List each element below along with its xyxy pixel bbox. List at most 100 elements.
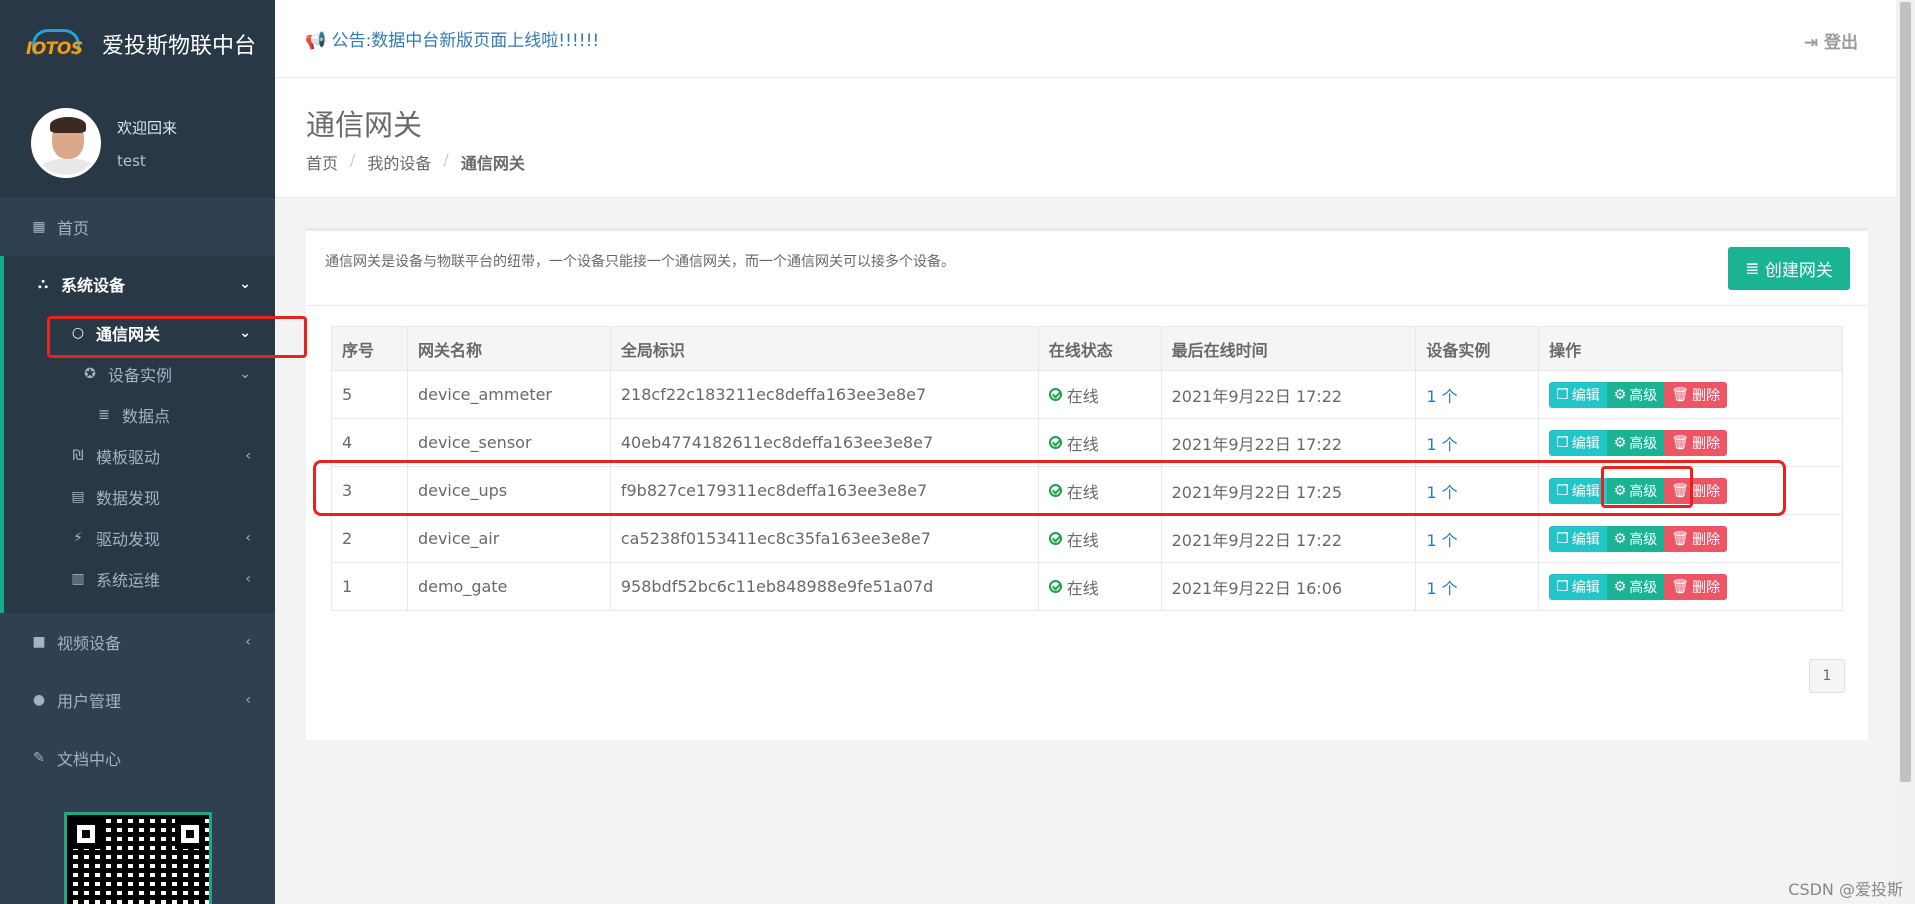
announcement[interactable]: 📢 公告:数据中台新版页面上线啦!!!!!! xyxy=(305,26,599,51)
page-title: 通信网关 xyxy=(306,108,423,142)
iotos-logo: IOTOS xyxy=(24,29,88,59)
cell-actions: ❐ 编辑 ⚙ 高级 🗑 删除 xyxy=(1538,562,1843,611)
cell-uid: 958bdf52bc6c11eb848988e9fe51a07d xyxy=(609,562,1039,611)
welcome-text: 欢迎回来 xyxy=(117,118,178,137)
cell-last-online: 2021年9月22日 17:22 xyxy=(1160,514,1417,563)
brand: IOTOS 爱投斯物联中台 xyxy=(0,0,275,88)
sidebar-item-docs-center[interactable]: ✎ 文档中心 xyxy=(0,729,275,787)
column-header[interactable]: 全局标识 xyxy=(609,326,1039,371)
sidebar-item-video-devices[interactable]: ■ 视频设备 ‹ xyxy=(0,613,275,671)
cell-last-online: 2021年9月22日 17:22 xyxy=(1160,370,1417,419)
table-row: 1 demo_gate 958bdf52bc6c11eb848988e9fe51… xyxy=(331,562,1843,611)
check-circle-icon xyxy=(1048,532,1062,545)
table-row: 2 device_air ca5238f0153411ec8c35fa163ee… xyxy=(331,514,1843,563)
cell-instances-link[interactable]: 1 个 xyxy=(1415,562,1540,611)
delete-button[interactable]: 🗑 删除 xyxy=(1664,573,1728,600)
chevron-left-icon: ‹ xyxy=(245,570,251,587)
edit-button[interactable]: ❐ 编辑 xyxy=(1549,525,1607,552)
database-icon: ≣ xyxy=(1745,258,1760,279)
logout-button[interactable]: ⇥ 登出 xyxy=(1804,28,1858,53)
delete-button[interactable]: 🗑 删除 xyxy=(1664,429,1728,456)
cell-name: device_air xyxy=(406,514,611,563)
trash-icon: 🗑 xyxy=(1671,578,1690,595)
breadcrumb-current: 通信网关 xyxy=(460,154,525,173)
sidebar: IOTOS 爱投斯物联中台 欢迎回来 test ▦ 首页 ⛬ 系统设备 ⌄ ○ … xyxy=(0,0,275,904)
advanced-button[interactable]: ⚙ 高级 xyxy=(1606,381,1665,408)
sidebar-group-system-devices: ⛬ 系统设备 ⌄ ○ 通信网关 ⌄ ✪ 设备实例 ⌄ ≣ 数据点 ₪ 模板驱动 xyxy=(0,256,275,613)
cell-instances-link[interactable]: 1 个 xyxy=(1415,514,1540,563)
watermark: CSDN @爱投斯 xyxy=(1788,880,1903,899)
brand-title: 爱投斯物联中台 xyxy=(102,34,257,59)
trash-icon: 🗑 xyxy=(1671,530,1690,547)
cell-status: 在线 xyxy=(1037,370,1162,419)
trash-icon: 🗑 xyxy=(1671,386,1690,403)
video-camera-icon: ■ xyxy=(32,634,46,650)
pagination-page[interactable]: 1 xyxy=(1809,659,1845,693)
breadcrumb-my-devices[interactable]: 我的设备 xyxy=(367,150,431,174)
chevron-left-icon: ‹ xyxy=(245,447,251,464)
sidebar-item-driver-discovery[interactable]: ⚡ 驱动发现 ‹ xyxy=(4,517,275,558)
sidebar-item-user-management[interactable]: ● 用户管理 ‹ xyxy=(0,671,275,729)
edit-button[interactable]: ❐ 编辑 xyxy=(1549,573,1607,600)
sidebar-item-system-ops[interactable]: ▥ 系统运维 ‹ xyxy=(4,558,275,599)
user-icon: ● xyxy=(32,692,46,708)
highlight-advanced-button xyxy=(1601,466,1693,508)
cell-name: demo_gate xyxy=(406,562,611,611)
create-gateway-button[interactable]: ≣ 创建网关 xyxy=(1728,247,1850,290)
trash-icon: 🗑 xyxy=(1671,434,1690,451)
cogs-icon: ⚙ xyxy=(1613,434,1627,451)
sidebar-nav: ▦ 首页 ⛬ 系统设备 ⌄ ○ 通信网关 ⌄ ✪ 设备实例 ⌄ ≣ 数据点 ₪ … xyxy=(0,198,275,787)
column-header[interactable]: 设备实例 xyxy=(1415,326,1540,371)
sidebar-item-home[interactable]: ▦ 首页 xyxy=(0,198,275,256)
cell-status: 在线 xyxy=(1037,562,1162,611)
column-header[interactable]: 最后在线时间 xyxy=(1160,326,1417,371)
bar-chart-icon: ▥ xyxy=(71,570,85,587)
plug-icon: ⚡ xyxy=(73,529,83,546)
cogs-icon: ⚙ xyxy=(1613,530,1627,547)
breadcrumb-home[interactable]: 首页 xyxy=(306,150,338,174)
cell-id: 2 xyxy=(331,514,408,563)
edit-button[interactable]: ❐ 编辑 xyxy=(1549,429,1607,456)
database-icon: ≣ xyxy=(98,406,110,423)
column-header[interactable]: 网关名称 xyxy=(406,326,611,371)
edit-icon: ✎ xyxy=(33,750,45,766)
table-header-row: 序号 网关名称 全局标识 在线状态 最后在线时间 设备实例 操作 xyxy=(331,326,1843,371)
cell-last-online: 2021年9月22日 16:06 xyxy=(1160,562,1417,611)
sidebar-item-data-point[interactable]: ≣ 数据点 xyxy=(4,394,275,435)
check-circle-icon xyxy=(1048,388,1062,401)
cell-id: 1 xyxy=(331,562,408,611)
column-header[interactable]: 在线状态 xyxy=(1037,326,1162,371)
edit-button[interactable]: ❐ 编辑 xyxy=(1549,381,1607,408)
sidebar-item-system-devices[interactable]: ⛬ 系统设备 ⌄ xyxy=(4,256,275,312)
chevron-down-icon: ⌄ xyxy=(239,276,251,292)
sidebar-item-data-discovery[interactable]: ▤ 数据发现 xyxy=(4,476,275,517)
advanced-button[interactable]: ⚙ 高级 xyxy=(1606,429,1665,456)
reddit-icon: ₪ xyxy=(72,447,84,464)
advanced-button[interactable]: ⚙ 高级 xyxy=(1606,525,1665,552)
cell-instances-link[interactable]: 1 个 xyxy=(1415,370,1540,419)
highlight-gateway-menu xyxy=(47,316,307,358)
dashboard-icon: ▦ xyxy=(32,219,46,235)
user-profile: 欢迎回来 test xyxy=(0,88,275,198)
page-scrollbar[interactable] xyxy=(1896,0,1915,904)
copy-icon: ❐ xyxy=(1556,434,1569,451)
bullhorn-icon: 📢 xyxy=(305,31,327,51)
advanced-button[interactable]: ⚙ 高级 xyxy=(1606,573,1665,600)
cell-actions: ❐ 编辑 ⚙ 高级 🗑 删除 xyxy=(1538,370,1843,419)
chevron-left-icon: ‹ xyxy=(245,529,251,546)
column-header: 操作 xyxy=(1538,326,1843,371)
delete-button[interactable]: 🗑 删除 xyxy=(1664,525,1728,552)
sitemap-icon: ⛬ xyxy=(38,276,48,292)
scrollbar-thumb[interactable] xyxy=(1900,2,1911,782)
cell-uid: 218cf22c183211ec8deffa163ee3e8e7 xyxy=(609,370,1039,419)
delete-button[interactable]: 🗑 删除 xyxy=(1664,381,1728,408)
cell-actions: ❐ 编辑 ⚙ 高级 🗑 删除 xyxy=(1538,514,1843,563)
table-row: 5 device_ammeter 218cf22c183211ec8deffa1… xyxy=(331,370,1843,419)
column-header[interactable]: 序号 xyxy=(331,326,408,371)
rebel-icon: ✪ xyxy=(84,365,96,382)
avatar[interactable] xyxy=(31,108,101,178)
sidebar-item-device-instance[interactable]: ✪ 设备实例 ⌄ xyxy=(4,353,275,394)
sidebar-item-template-driver[interactable]: ₪ 模板驱动 ‹ xyxy=(4,435,275,476)
check-circle-icon xyxy=(1048,580,1062,593)
page-heading: 通信网关 首页 / 我的设备 / 通信网关 xyxy=(275,78,1896,198)
